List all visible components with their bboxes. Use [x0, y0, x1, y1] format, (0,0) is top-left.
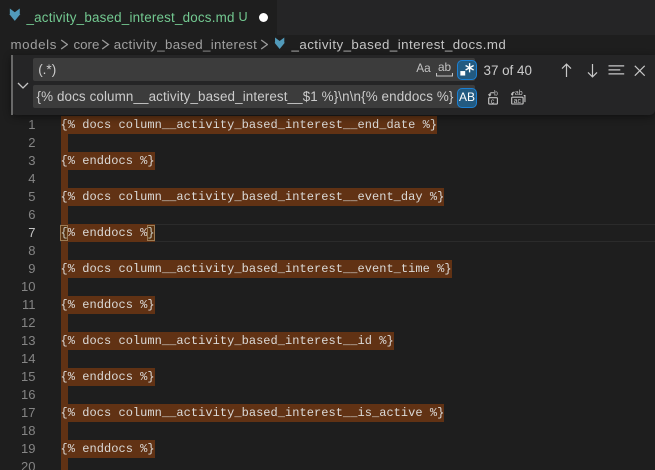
svg-text:b: b	[494, 91, 498, 98]
svg-text:ac: ac	[514, 98, 522, 105]
svg-text:ab: ab	[515, 90, 523, 97]
svg-text:c: c	[491, 98, 495, 105]
